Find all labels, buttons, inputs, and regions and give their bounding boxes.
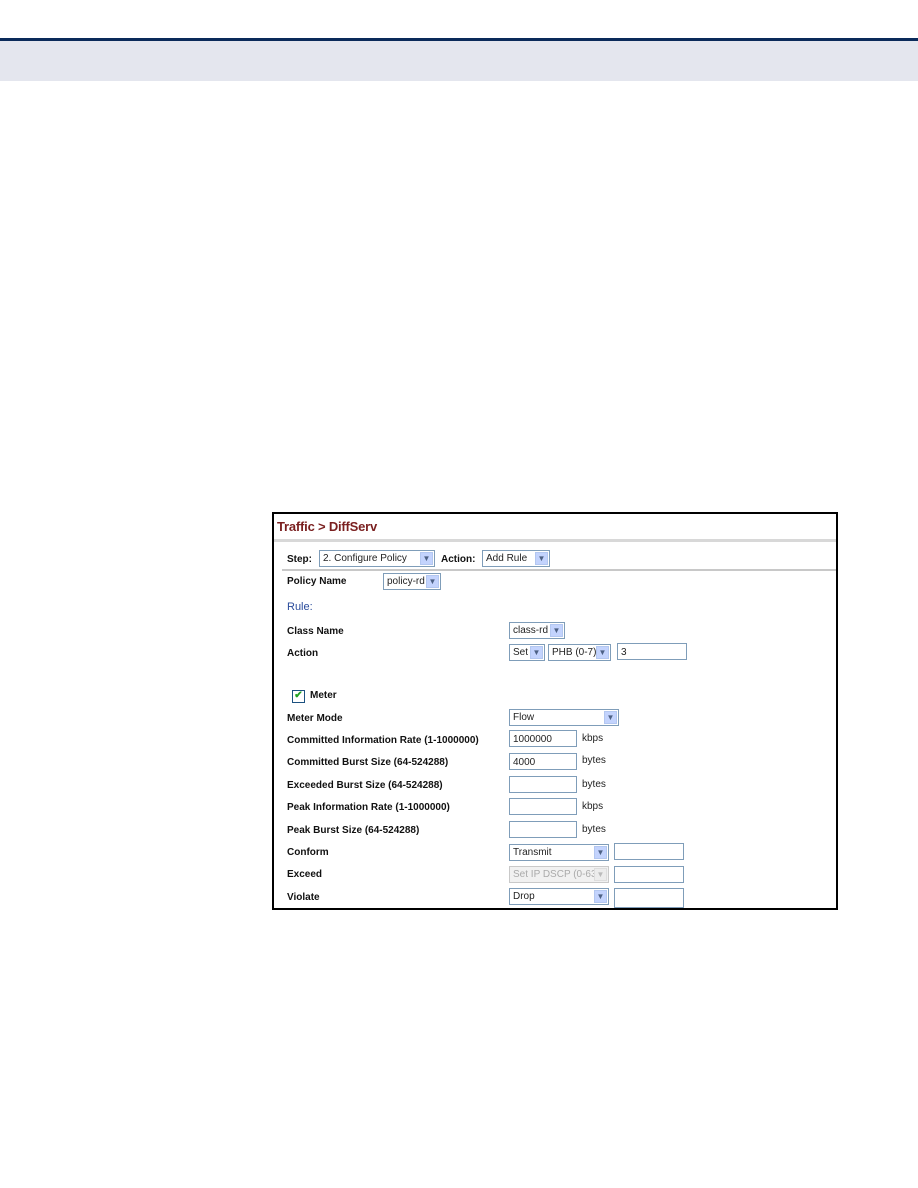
pir-input[interactable] (509, 798, 577, 815)
chevron-down-icon: ▼ (594, 890, 607, 903)
action-rule-label: Action (287, 648, 319, 659)
phb-value-input[interactable]: 3 (617, 643, 687, 660)
action-value: Add Rule (486, 553, 528, 564)
pir-label: Peak Information Rate (1-1000000) (287, 802, 450, 813)
chevron-down-icon: ▼ (550, 624, 563, 637)
phb-select[interactable]: PHB (0-7) ▼ (548, 644, 611, 661)
meter-checkbox[interactable]: ✔ (292, 690, 305, 703)
class-name-value: class-rd (513, 625, 549, 636)
breadcrumb: Traffic > DiffServ (277, 519, 378, 534)
class-name-label: Class Name (287, 626, 344, 637)
conform-input[interactable] (614, 843, 684, 860)
step-label: Step: (287, 554, 312, 565)
action-select[interactable]: Add Rule ▼ (482, 550, 550, 567)
chevron-down-icon: ▼ (535, 552, 548, 565)
chevron-down-icon: ▼ (594, 868, 607, 881)
cir-input[interactable]: 1000000 (509, 730, 577, 747)
pbs-label: Peak Burst Size (64-524288) (287, 825, 420, 836)
meter-mode-value: Flow (513, 712, 535, 723)
conform-value: Transmit (513, 847, 552, 858)
violate-label: Violate (287, 892, 320, 903)
step-divider (282, 569, 836, 571)
violate-value: Drop (513, 891, 535, 902)
chevron-down-icon: ▼ (420, 552, 433, 565)
rule-heading: Rule: (287, 601, 313, 613)
cir-unit: kbps (582, 733, 604, 744)
step-select[interactable]: 2. Configure Policy ▼ (319, 550, 435, 567)
cbs-unit: bytes (582, 755, 606, 766)
policy-name-value: policy-rd (387, 576, 425, 587)
exceed-label: Exceed (287, 869, 323, 880)
violate-select[interactable]: Drop ▼ (509, 888, 609, 905)
exceed-value: Set IP DSCP (0-63) (513, 869, 600, 880)
title-divider (274, 539, 836, 542)
action-label: Action: (441, 554, 476, 565)
cbs-label: Committed Burst Size (64-524288) (287, 757, 449, 768)
checkmark-icon: ✔ (294, 690, 303, 701)
meter-mode-select[interactable]: Flow ▼ (509, 709, 619, 726)
meter-label: Meter (310, 690, 337, 701)
ebs-unit: bytes (582, 779, 606, 790)
pbs-unit: bytes (582, 824, 606, 835)
page-header-band (0, 41, 918, 81)
exceed-select[interactable]: Set IP DSCP (0-63) ▼ (509, 866, 609, 883)
chevron-down-icon: ▼ (530, 646, 543, 659)
diffserv-panel: Traffic > DiffServ Step: 2. Configure Po… (272, 512, 838, 910)
pbs-input[interactable] (509, 821, 577, 838)
conform-select[interactable]: Transmit ▼ (509, 844, 609, 861)
chevron-down-icon: ▼ (594, 846, 607, 859)
ebs-input[interactable] (509, 776, 577, 793)
chevron-down-icon: ▼ (604, 711, 617, 724)
action-set-value: Set (513, 647, 529, 658)
policy-name-select[interactable]: policy-rd ▼ (383, 573, 441, 590)
exceed-input[interactable] (614, 866, 684, 883)
class-name-select[interactable]: class-rd ▼ (509, 622, 565, 639)
step-value: 2. Configure Policy (323, 553, 407, 564)
pir-unit: kbps (582, 801, 604, 812)
cbs-input[interactable]: 4000 (509, 753, 577, 770)
action-set-select[interactable]: Set ▼ (509, 644, 545, 661)
ebs-label: Exceeded Burst Size (64-524288) (287, 780, 443, 791)
chevron-down-icon: ▼ (426, 575, 439, 588)
cir-label: Committed Information Rate (1-1000000) (287, 735, 479, 746)
meter-mode-label: Meter Mode (287, 713, 343, 724)
violate-input[interactable] (614, 888, 684, 908)
conform-label: Conform (287, 847, 329, 858)
chevron-down-icon: ▼ (596, 646, 609, 659)
phb-value: PHB (0-7) (552, 647, 597, 658)
policy-name-label: Policy Name (287, 576, 347, 587)
